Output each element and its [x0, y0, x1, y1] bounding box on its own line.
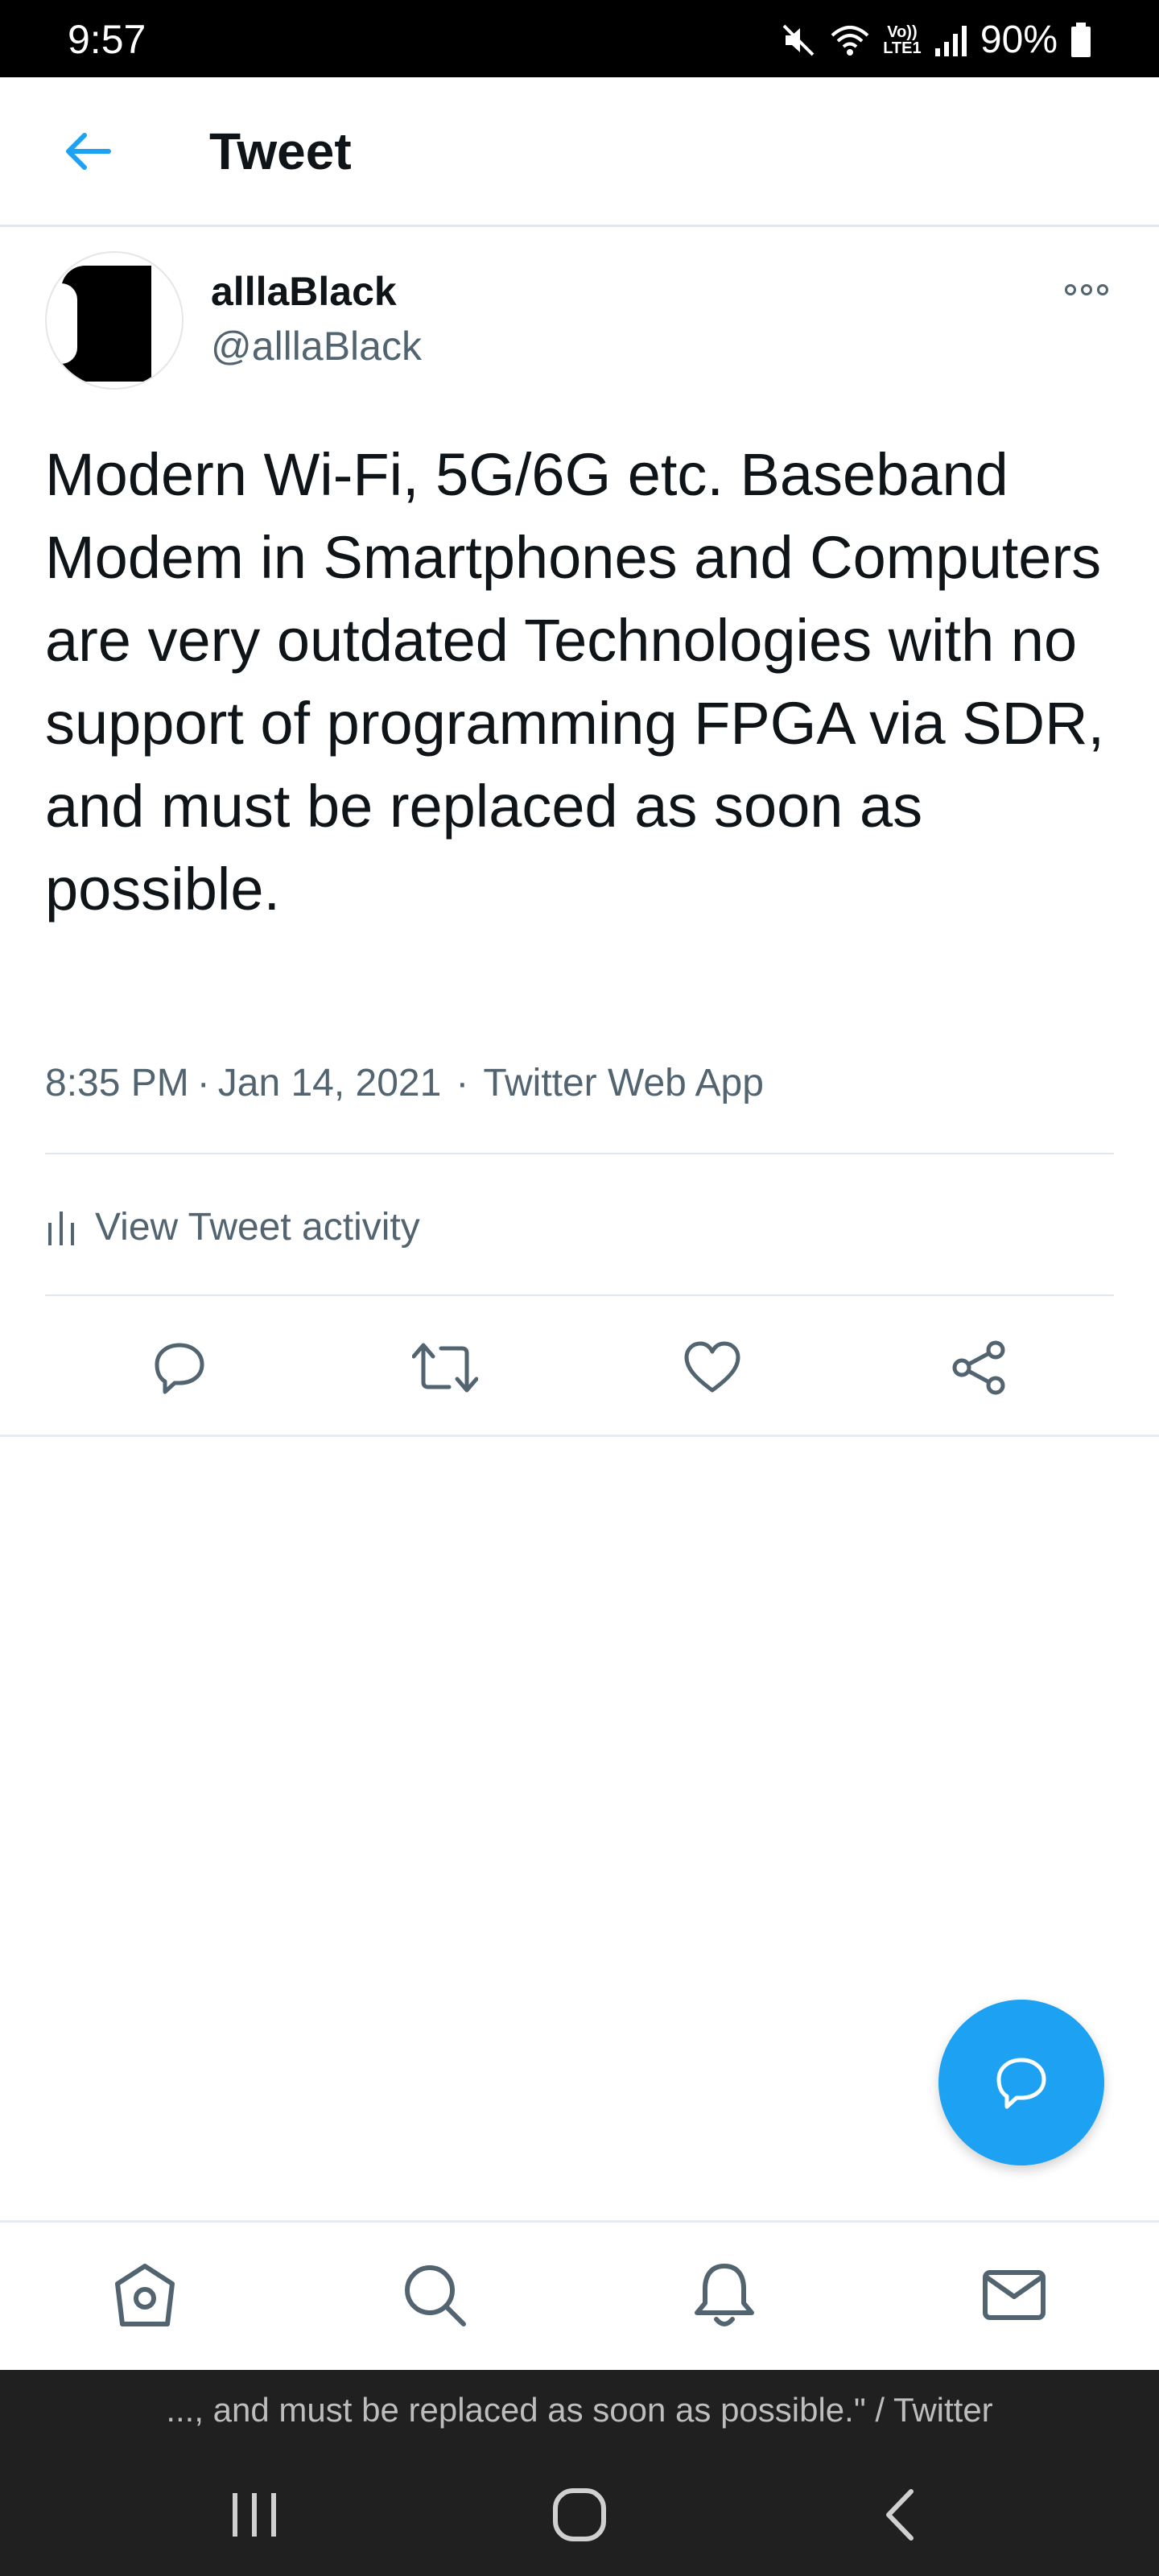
page-title-caption: ..., and must be replaced as soon as pos… [166, 2391, 993, 2429]
avatar[interactable] [45, 251, 184, 390]
bottom-navigation [0, 2220, 1159, 2370]
activity-label: View Tweet activity [95, 1206, 420, 1249]
back-button[interactable] [56, 121, 118, 182]
home-button[interactable] [531, 2467, 628, 2563]
system-navigation-bar: ..., and must be replaced as soon as pos… [0, 2370, 1159, 2576]
mail-icon [983, 2270, 1046, 2320]
chevron-left-icon [886, 2489, 914, 2541]
nav-notifications[interactable] [684, 2255, 765, 2335]
divider [45, 1294, 1114, 1296]
tweet-meta: 8:35 PM · Jan 14, 2021 · Twitter Web App [45, 1062, 764, 1104]
retweet-icon [412, 1343, 478, 1393]
tweet-actions [0, 1298, 1159, 1435]
more-options-button[interactable] [1054, 274, 1119, 306]
signal-icon [934, 26, 967, 56]
home-circle-icon [553, 2488, 606, 2541]
view-tweet-activity-link[interactable]: View Tweet activity [45, 1191, 420, 1264]
analytics-icon [48, 1212, 74, 1245]
search-icon [405, 2265, 466, 2326]
tweet-source[interactable]: Twitter Web App [483, 1062, 764, 1104]
reply-icon [155, 1343, 204, 1394]
divider [45, 1153, 1114, 1154]
system-back-button[interactable] [853, 2467, 950, 2563]
app-header: Tweet [0, 77, 1159, 227]
more-dot-icon [1065, 284, 1076, 295]
network-type-label: Vo)) LTE1 [883, 23, 922, 57]
battery-percent: 90% [980, 19, 1058, 61]
like-button[interactable] [676, 1331, 749, 1404]
wifi-icon [831, 26, 869, 56]
recent-apps-button[interactable] [206, 2467, 303, 2563]
status-bar: 9:57 Vo)) LTE1 90% [0, 0, 1159, 77]
share-button[interactable] [943, 1331, 1016, 1404]
divider [0, 1435, 1159, 1437]
page-title: Tweet [209, 122, 352, 180]
author-handle[interactable]: @alllaBlack [211, 324, 422, 369]
nav-home[interactable] [105, 2255, 185, 2335]
status-time: 9:57 [68, 17, 146, 62]
nav-messages[interactable] [974, 2255, 1054, 2335]
reply-button[interactable] [143, 1331, 216, 1404]
compose-reply-fab[interactable] [938, 2000, 1104, 2165]
tweet-time: 8:35 PM [45, 1062, 189, 1104]
status-icons: Vo)) LTE1 90% [779, 18, 1093, 63]
author-name[interactable]: alllaBlack [211, 269, 397, 314]
reply-icon [996, 2058, 1046, 2109]
recent-apps-icon [233, 2493, 276, 2537]
nav-search[interactable] [394, 2255, 475, 2335]
mute-icon [782, 24, 815, 56]
home-icon [115, 2264, 175, 2326]
share-icon [952, 1340, 1005, 1395]
tweet-date: Jan 14, 2021 [217, 1062, 442, 1104]
bell-icon [695, 2264, 754, 2326]
heart-icon [684, 1341, 740, 1393]
retweet-button[interactable] [409, 1331, 481, 1404]
battery-icon [1071, 23, 1091, 57]
tweet-text: Modern Wi-Fi, 5G/6G etc. Baseband Modem … [45, 441, 1105, 923]
back-arrow-icon [66, 133, 111, 170]
more-dot-icon [1097, 284, 1108, 295]
more-dot-icon [1081, 284, 1092, 295]
